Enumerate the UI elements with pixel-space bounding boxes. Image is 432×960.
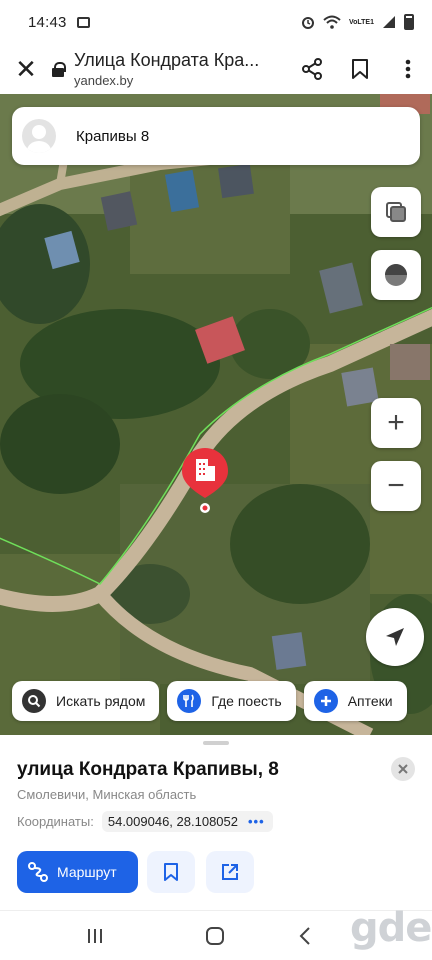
- food-icon: [177, 689, 202, 713]
- network-type: VoLTE1: [348, 18, 374, 26]
- route-button[interactable]: Маршрут: [17, 851, 138, 893]
- chip-search-nearby[interactable]: Искать рядом: [12, 681, 160, 721]
- coordinates-label: Координаты:: [17, 814, 94, 829]
- close-icon: [398, 764, 408, 774]
- compass-button[interactable]: [371, 250, 421, 300]
- avatar[interactable]: [22, 119, 56, 153]
- browser-toolbar: ✕ Улица Кондрата Кра... yandex.by: [0, 44, 432, 94]
- route-icon: [28, 862, 48, 882]
- share-place-button[interactable]: [206, 851, 254, 893]
- status-icons: VoLTE1: [301, 14, 414, 30]
- wifi-icon: [323, 15, 341, 29]
- more-vert-icon[interactable]: [384, 44, 432, 94]
- share-external-icon: [222, 864, 238, 880]
- pharmacy-icon: [313, 689, 338, 713]
- navigation-arrow-icon: [386, 628, 404, 646]
- save-place-button[interactable]: [147, 851, 195, 893]
- bookmark-icon[interactable]: [336, 44, 384, 94]
- zoom-in-button[interactable]: +: [371, 398, 421, 448]
- watermark-logo: gde: [350, 905, 432, 951]
- chip-label: Аптеки: [347, 693, 393, 709]
- layers-icon: [386, 202, 406, 222]
- image-notification-icon: [76, 16, 90, 28]
- share-icon[interactable]: [288, 44, 336, 94]
- chip-pharmacy[interactable]: Аптеки: [303, 681, 407, 721]
- search-card[interactable]: Крапивы 8: [12, 107, 420, 165]
- route-button-label: Маршрут: [57, 864, 117, 880]
- more-dots-icon[interactable]: •••: [248, 814, 265, 829]
- chip-label: Искать рядом: [56, 693, 146, 709]
- layers-button[interactable]: [371, 187, 421, 237]
- coordinates-row: Координаты: 54.009046, 28.108052 •••: [17, 811, 273, 832]
- network-indicator: VoLTE1: [349, 19, 374, 26]
- back-icon[interactable]: [275, 926, 335, 945]
- sheet-handle[interactable]: [203, 741, 229, 745]
- coordinates-value-box[interactable]: 54.009046, 28.108052 •••: [101, 811, 273, 832]
- home-icon[interactable]: [155, 926, 275, 946]
- place-region: Смолевичи, Минская область: [17, 787, 197, 802]
- close-icon[interactable]: ✕: [0, 56, 52, 82]
- chip-food[interactable]: Где поесть: [167, 681, 296, 721]
- lock-icon: [52, 62, 66, 77]
- search-query[interactable]: Крапивы 8: [76, 128, 149, 145]
- alarm-icon: [301, 17, 314, 29]
- recent-apps-icon[interactable]: [35, 928, 155, 944]
- browser-title-area[interactable]: Улица Кондрата Кра... yandex.by: [74, 50, 288, 88]
- battery-icon: [404, 14, 414, 30]
- status-bar: 14:43 VoLTE1: [0, 0, 432, 44]
- bookmark-icon: [164, 863, 178, 881]
- chip-label: Где поесть: [211, 693, 282, 709]
- search-icon: [22, 689, 46, 713]
- my-location-button[interactable]: [366, 608, 424, 666]
- coordinates-value: 54.009046, 28.108052: [107, 814, 238, 829]
- location-pin[interactable]: [180, 446, 230, 516]
- page-url: yandex.by: [74, 73, 134, 88]
- place-address: улица Кондрата Крапивы, 8: [17, 759, 279, 780]
- place-card: улица Кондрата Крапивы, 8 Смолевичи, Мин…: [0, 735, 432, 910]
- screen: 14:43 VoLTE1 ✕ Улица Кондрата Кра... yan…: [0, 0, 432, 960]
- zoom-out-button[interactable]: −: [371, 461, 421, 511]
- quick-search-chips: Искать рядом Где поесть Аптеки: [12, 681, 407, 723]
- status-time: 14:43: [28, 13, 67, 31]
- close-card-button[interactable]: [391, 757, 415, 781]
- page-title: Улица Кондрата Кра...: [74, 50, 260, 70]
- compass-icon: [385, 264, 407, 286]
- signal-icon: [383, 16, 395, 28]
